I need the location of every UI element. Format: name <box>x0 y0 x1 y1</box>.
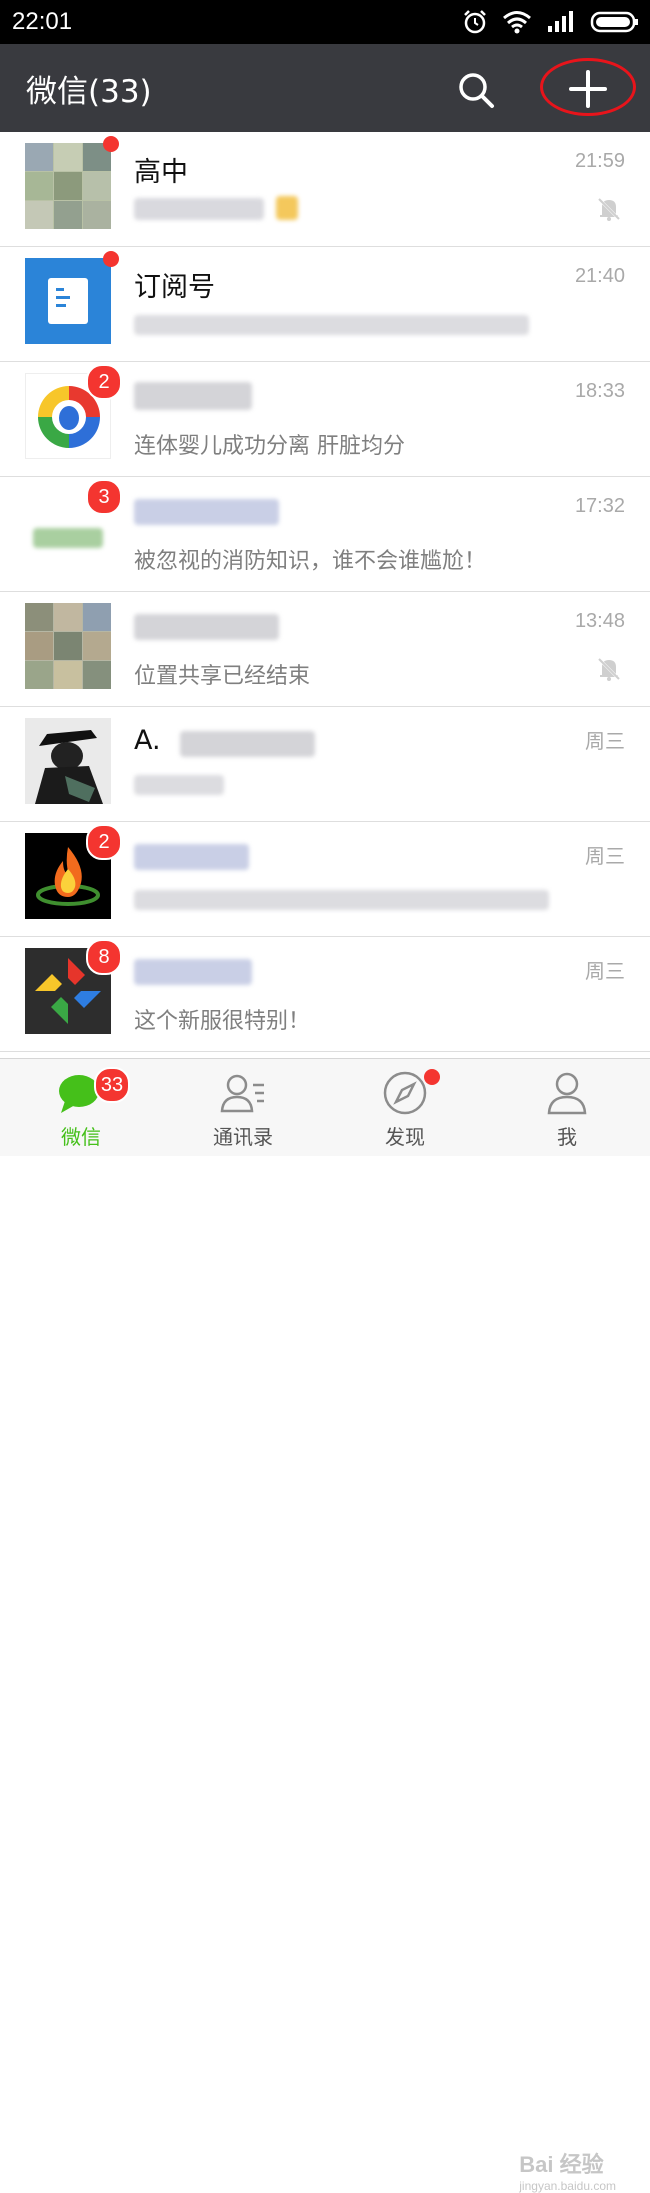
row-divider <box>0 1051 650 1052</box>
blurred-message <box>134 890 549 910</box>
chat-time: 21:59 <box>574 150 625 172</box>
unread-badge: 8 <box>86 939 122 975</box>
man-hat-avatar <box>25 718 111 804</box>
blurred-message <box>134 315 529 335</box>
blurred-name <box>180 731 315 757</box>
avatar <box>25 143 111 229</box>
chat-time: 17:32 <box>574 495 625 517</box>
chat-row[interactable]: 高中 21:59 <box>0 132 650 247</box>
chat-message: 这个新服很特别！ <box>134 1009 311 1034</box>
tab-discover[interactable]: 发现 <box>324 1059 486 1156</box>
status-icons <box>462 8 640 36</box>
chat-time: 周三 <box>585 961 625 983</box>
unread-badge: 2 <box>86 364 122 400</box>
battery-icon <box>590 11 638 33</box>
chat-time: 18:33 <box>574 380 625 402</box>
bottom-tab-bar: 33 微信 通讯录 发现 我 Bai 经验 jingyan.baidu.com <box>0 1058 650 2193</box>
blurred-name <box>134 844 249 870</box>
chat-row[interactable]: 8 这个新服很特别！ 周三 <box>0 937 650 1052</box>
avatar <box>25 603 111 689</box>
chat-message: 连体婴儿成功分离 肝脏均分 <box>134 434 405 459</box>
unread-dot <box>103 251 119 267</box>
chat-time: 周三 <box>585 846 625 868</box>
tab-dot <box>424 1069 440 1085</box>
unread-badge: 2 <box>86 824 122 860</box>
blurred-name <box>134 499 279 525</box>
chat-time: 21:40 <box>574 265 625 287</box>
chat-row[interactable]: 3 被忽视的消防知识，谁不会谁尴尬！ 17:32 <box>0 477 650 592</box>
contacts-icon <box>220 1074 264 1113</box>
wifi-icon <box>503 11 531 34</box>
signal-icon <box>548 11 573 32</box>
chat-name: A. <box>134 725 161 756</box>
watermark-line1: Bai 经验 <box>519 2152 604 2177</box>
mute-icon <box>596 196 622 222</box>
chat-row[interactable]: 订阅号 21:40 <box>0 247 650 362</box>
compass-icon <box>383 1071 427 1115</box>
blurred-name <box>134 382 252 410</box>
chat-name: 订阅号 <box>134 272 215 303</box>
chat-row[interactable]: 位置共享已经结束 13:48 <box>0 592 650 707</box>
tab-chats[interactable]: 33 微信 <box>0 1059 162 1156</box>
avatar <box>25 718 111 804</box>
chat-name: 高中 <box>134 157 188 188</box>
tab-label: 通讯录 <box>213 1125 273 1149</box>
baidu-watermark: Bai 经验 jingyan.baidu.com <box>519 2147 616 2193</box>
watermark-line2: jingyan.baidu.com <box>519 2179 616 2193</box>
blurred-message <box>134 198 264 220</box>
blurred-name <box>134 614 279 640</box>
search-icon[interactable] <box>456 70 496 110</box>
tab-me[interactable]: 我 <box>486 1059 648 1156</box>
tab-label: 发现 <box>385 1125 425 1149</box>
title-bar: 微信(33) <box>0 44 650 132</box>
tab-badge: 33 <box>94 1067 130 1103</box>
chat-message: 位置共享已经结束 <box>134 664 311 689</box>
chat-row[interactable]: A. 周三 <box>0 707 650 822</box>
page-title: 微信(33) <box>26 74 152 110</box>
chat-row[interactable]: 2 周三 <box>0 822 650 937</box>
avatar <box>25 258 111 344</box>
unread-dot <box>103 136 119 152</box>
alarm-icon <box>464 10 486 34</box>
tab-label: 我 <box>557 1125 577 1149</box>
tab-contacts[interactable]: 通讯录 <box>162 1059 324 1156</box>
person-icon <box>547 1072 587 1115</box>
chat-time: 13:48 <box>574 610 625 632</box>
chat-message: 被忽视的消防知识，谁不会谁尴尬！ <box>134 549 487 574</box>
subscription-icon <box>48 278 88 324</box>
status-bar: 22:01 <box>0 0 650 44</box>
unread-badge: 3 <box>86 479 122 515</box>
status-time: 22:01 <box>12 8 73 35</box>
blurred-name <box>134 959 252 985</box>
blurred-message <box>134 775 224 795</box>
highlight-circle <box>540 58 636 116</box>
chat-time: 周三 <box>585 731 625 753</box>
emoji-icon <box>276 196 298 220</box>
chat-row[interactable]: 2 连体婴儿成功分离 肝脏均分 18:33 <box>0 362 650 477</box>
mute-icon <box>596 656 622 682</box>
tab-label: 微信 <box>61 1125 101 1149</box>
